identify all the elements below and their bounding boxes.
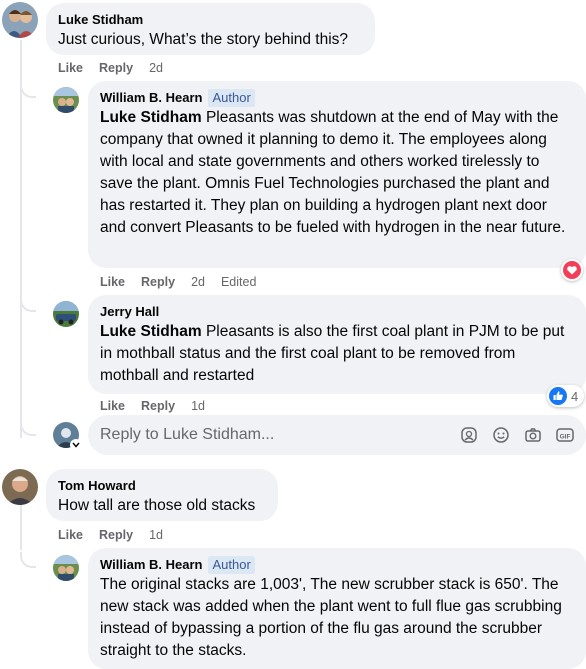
emoji-icon[interactable] <box>490 424 512 446</box>
avatar-luke-stidham[interactable] <box>2 2 38 38</box>
comment-text: Luke Stidham Pleasants was shutdown at t… <box>100 107 574 239</box>
thread-connector <box>20 552 36 568</box>
comment-text: Luke Stidham Pleasants is also the first… <box>100 321 574 387</box>
reply-button[interactable]: Reply <box>141 274 175 290</box>
thumbs-up-icon <box>549 387 567 405</box>
timestamp[interactable]: 2d <box>191 274 205 290</box>
comment-body: Pleasants was shutdown at the end of May… <box>100 109 566 236</box>
comment-text: Just curious, What’s the story behind th… <box>58 31 349 48</box>
heart-icon <box>563 261 581 279</box>
reaction-count: 4 <box>571 388 579 404</box>
thread-connector <box>20 420 36 436</box>
like-button[interactable]: Like <box>100 274 125 290</box>
commenter-name[interactable]: William B. Hearn <box>100 90 202 106</box>
like-button[interactable]: Like <box>100 398 125 414</box>
avatar-tom-howard[interactable] <box>2 469 38 505</box>
avatar-jerry-hall[interactable] <box>53 301 79 327</box>
gif-icon[interactable]: GIF <box>554 424 576 446</box>
commenter-name[interactable]: Jerry Hall <box>100 304 159 320</box>
edited-label[interactable]: Edited <box>221 274 256 290</box>
chevron-down-icon[interactable] <box>70 439 82 451</box>
author-badge: Author <box>208 556 255 574</box>
commenter-name[interactable]: William B. Hearn <box>100 557 202 573</box>
comment-bubble: Tom Howard How tall are those old stacks <box>46 469 278 521</box>
thread-line <box>20 505 22 550</box>
svg-text:GIF: GIF <box>560 433 571 440</box>
timestamp[interactable]: 1d <box>149 527 163 543</box>
comment-actions: Like Reply 1d <box>100 398 221 414</box>
timestamp[interactable]: 1d <box>191 398 205 414</box>
comment-actions: Like Reply 2d Edited <box>100 274 272 290</box>
avatar-william-hearn[interactable] <box>53 87 79 113</box>
mention-link[interactable]: Luke Stidham <box>100 323 202 340</box>
timestamp[interactable]: 2d <box>149 60 163 76</box>
comment-text: How tall are those old stacks <box>58 497 256 514</box>
reaction-like-badge[interactable]: 4 <box>547 385 585 407</box>
comment-actions: Like Reply 1d <box>58 527 179 543</box>
commenter-name[interactable]: Luke Stidham <box>58 12 143 28</box>
camera-icon[interactable] <box>522 424 544 446</box>
thread-connector <box>20 82 36 98</box>
comment-actions: Like Reply 2d <box>58 60 179 76</box>
mention-link[interactable]: Luke Stidham <box>100 109 202 126</box>
like-button[interactable]: Like <box>58 527 83 543</box>
comment-text: The original stacks are 1,003', The new … <box>100 576 562 659</box>
reply-input-box[interactable]: Reply to Luke Stidham... GIF <box>88 415 586 455</box>
comment-bubble: Jerry Hall Luke Stidham Pleasants is als… <box>88 295 586 394</box>
comment-bubble: William B. Hearn Author The original stac… <box>88 548 586 669</box>
reaction-heart-badge[interactable] <box>561 259 583 281</box>
reply-button[interactable]: Reply <box>141 398 175 414</box>
author-badge: Author <box>208 89 255 107</box>
avatar-william-hearn[interactable] <box>53 555 79 581</box>
thread-connector <box>20 296 36 312</box>
comment-bubble: William B. Hearn Author Luke Stidham Plea… <box>88 81 586 268</box>
reply-toolbar: GIF <box>458 424 576 446</box>
reply-button[interactable]: Reply <box>99 527 133 543</box>
reply-input[interactable]: Reply to Luke Stidham... <box>100 426 458 444</box>
reply-button[interactable]: Reply <box>99 60 133 76</box>
commenter-name[interactable]: Tom Howard <box>58 478 136 494</box>
avatar-sticker-icon[interactable] <box>458 424 480 446</box>
comment-bubble: Luke Stidham Just curious, What’s the st… <box>46 3 375 55</box>
like-button[interactable]: Like <box>58 60 83 76</box>
current-user-avatar[interactable] <box>53 422 82 451</box>
thread-line <box>20 40 22 438</box>
